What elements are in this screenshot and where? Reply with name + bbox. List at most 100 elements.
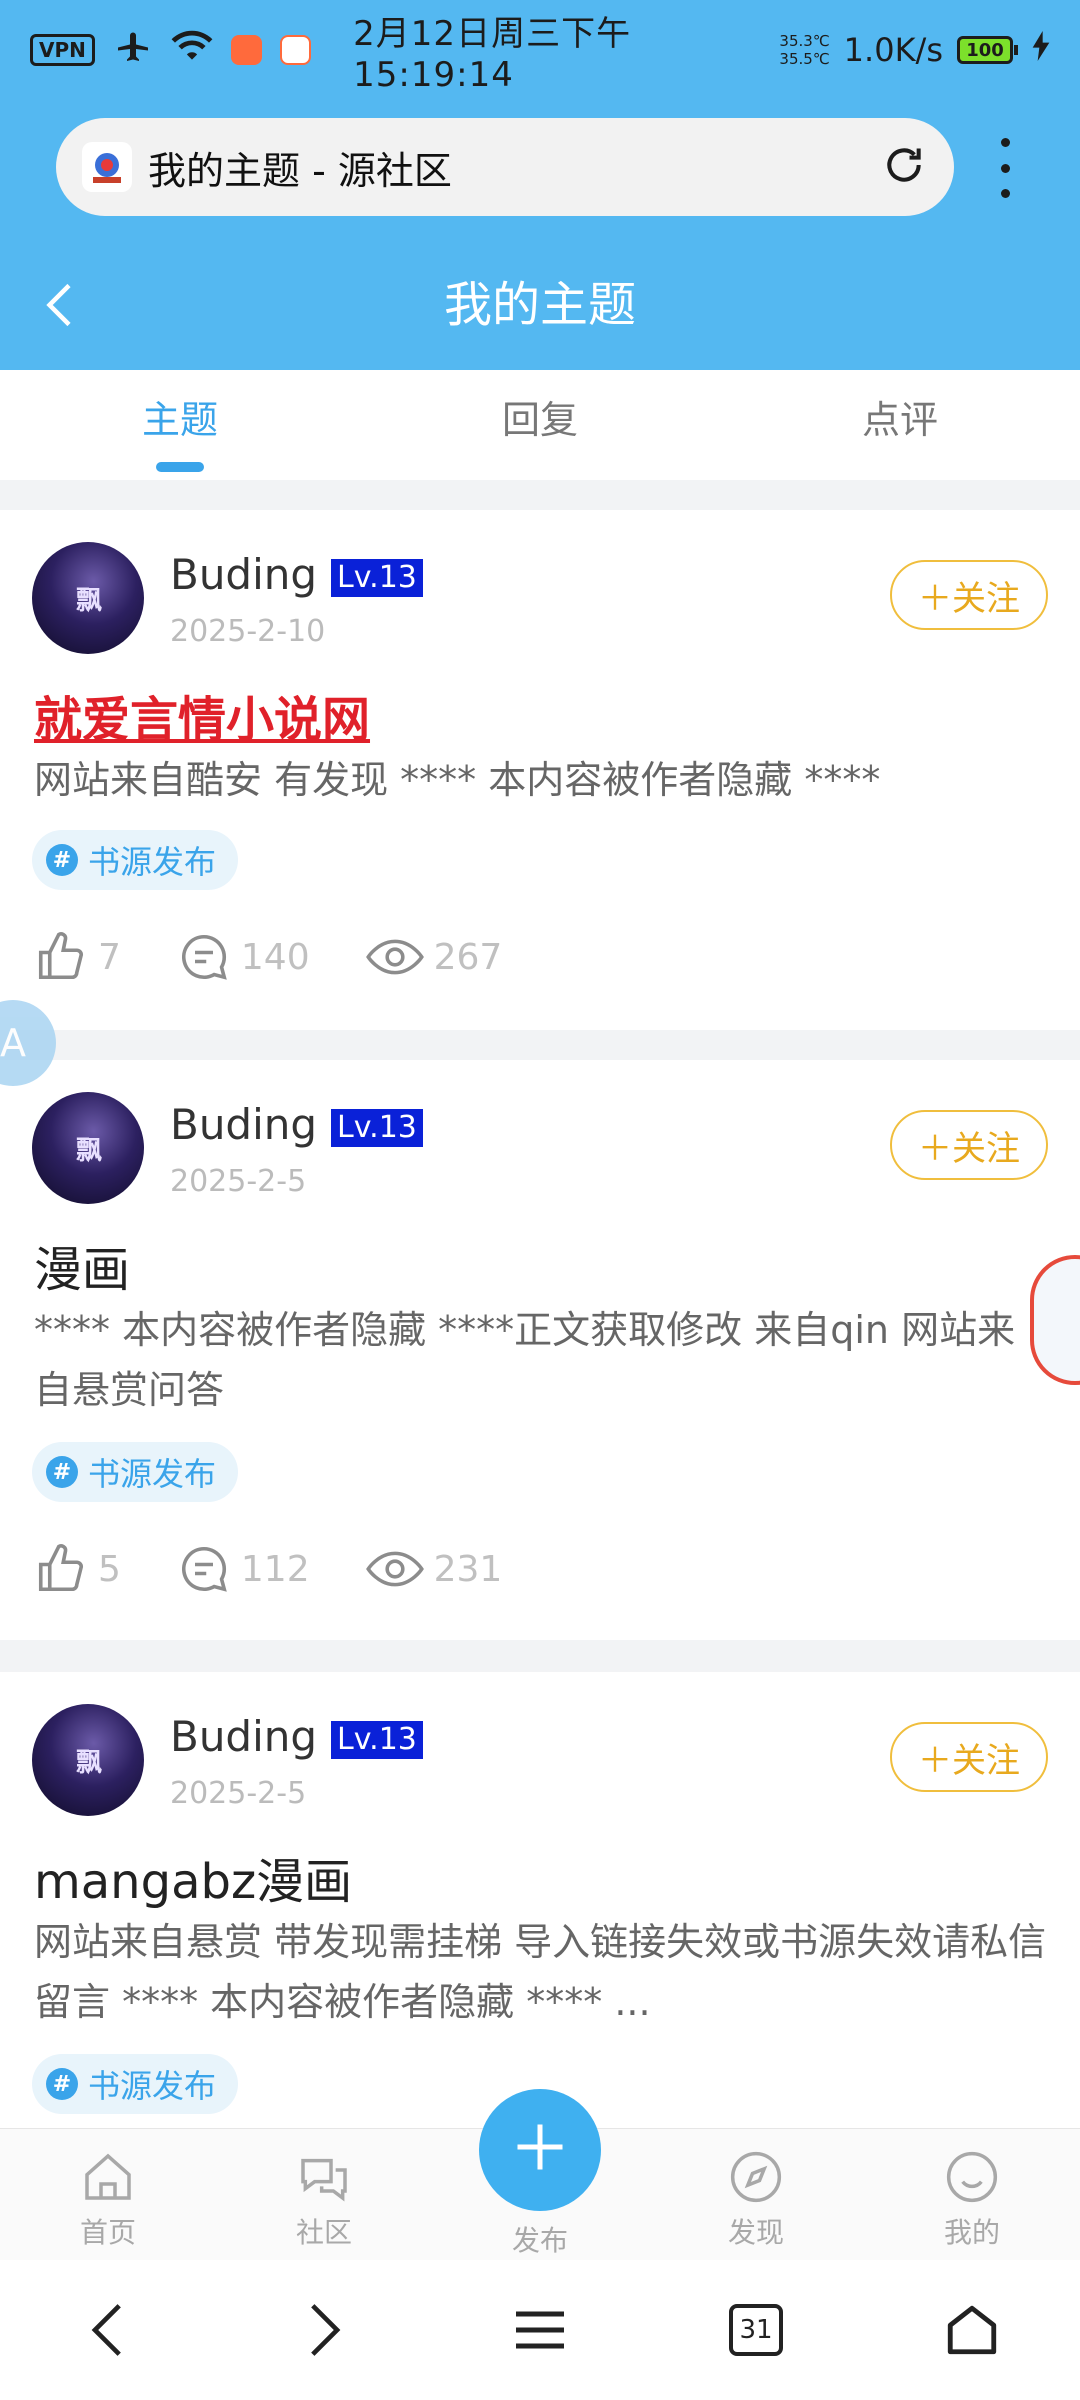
post-date: 2025-2-5 [170, 1164, 307, 1199]
bottom-nav: 首页 社区 发布 发现 我的 [0, 2089, 1080, 2261]
thumbs-up-icon [38, 1544, 84, 1592]
temp-bottom: 35.5℃ [779, 50, 830, 68]
nav-profile[interactable]: 我的 [864, 2129, 1080, 2261]
post-date: 2025-2-5 [170, 1776, 307, 1811]
browser-menu-icon[interactable] [990, 138, 1020, 198]
tab-count-icon: 31 [729, 2304, 783, 2356]
battery-icon: 100 [957, 36, 1018, 64]
site-favicon-icon [82, 142, 132, 192]
nav-community[interactable]: 社区 [216, 2129, 432, 2261]
avatar[interactable]: 飘 [32, 1092, 144, 1204]
tab-bar: 主题 回复 点评 [0, 370, 1080, 480]
eye-icon [365, 1551, 424, 1587]
tab-topics-label: 主题 [141, 398, 218, 442]
post-card[interactable]: 飘 Buding Lv.13 2025-2-10 ＋关注 就爱言情小说网 网站来自… [0, 510, 1080, 1030]
topic-tag-label: 书源发布 [88, 1455, 217, 1493]
post-body: 网站来自酷安 有发现 **** 本内容被作者隐藏 **** [34, 758, 881, 802]
follow-button[interactable]: ＋关注 [890, 560, 1048, 630]
app-header: 我的主题 [0, 240, 1080, 370]
post-card[interactable]: 飘 Buding Lv.13 2025-2-5 ＋关注 漫画 **** 本内容被作… [0, 1060, 1080, 1640]
chevron-left-icon [91, 2304, 121, 2356]
publish-button[interactable] [479, 2089, 601, 2211]
post-card[interactable]: 飘 Buding Lv.13 2025-2-5 ＋关注 mangabz漫画 网站来… [0, 1672, 1080, 2128]
topic-tag[interactable]: # 书源发布 [32, 1442, 239, 1502]
post-stats: 5 112 231 [34, 1542, 558, 1596]
browser-home-button[interactable] [927, 2285, 1017, 2375]
browser-back-button[interactable] [63, 2285, 153, 2375]
comment-button[interactable]: 140 [177, 930, 310, 984]
view-count: 231 [433, 1548, 503, 1590]
username[interactable]: Buding Lv.13 [170, 1712, 423, 1761]
like-count: 7 [98, 936, 121, 978]
browser-toolbar: 我的主题 - 源社区 [0, 100, 1080, 240]
browser-forward-button[interactable] [279, 2285, 369, 2375]
comment-icon [181, 934, 227, 980]
comment-count: 112 [240, 1548, 310, 1590]
avatar[interactable]: 飘 [32, 542, 144, 654]
topic-tag[interactable]: # 书源发布 [32, 2054, 239, 2114]
avatar[interactable]: 飘 [32, 1704, 144, 1816]
nav-publish-label: 发布 [511, 2224, 568, 2257]
nav-discover[interactable]: 发现 [648, 2129, 864, 2261]
browser-menu-button[interactable] [495, 2285, 585, 2375]
level-badge: Lv.13 [331, 558, 423, 597]
views-stat: 231 [365, 1542, 503, 1596]
status-datetime: 2月12日周三下午15:19:14 [353, 13, 632, 95]
follow-button[interactable]: ＋关注 [890, 1110, 1048, 1180]
post-title[interactable]: mangabz漫画 [34, 1842, 352, 1912]
address-bar[interactable]: 我的主题 - 源社区 [56, 118, 954, 216]
tab-reviews[interactable]: 点评 [720, 370, 1080, 480]
tab-replies[interactable]: 回复 [360, 370, 720, 480]
view-count: 267 [433, 936, 503, 978]
post-title[interactable]: 漫画 [34, 1230, 130, 1300]
nav-home-label: 首页 [79, 2216, 136, 2249]
eye-icon [365, 939, 424, 975]
chevron-right-icon [311, 2304, 341, 2356]
compass-icon [730, 2151, 782, 2203]
username[interactable]: Buding Lv.13 [170, 550, 423, 599]
temperature-readout: 35.3℃ 35.5℃ [779, 32, 829, 68]
network-speed: 1.0K/s [843, 31, 943, 69]
views-stat: 267 [365, 930, 503, 984]
post-stats: 7 140 267 [34, 930, 558, 984]
page-title: 我的主题 [443, 277, 636, 333]
hash-icon: # [46, 1456, 78, 1488]
address-bar-title: 我的主题 - 源社区 [148, 148, 452, 193]
airplane-icon [113, 28, 153, 73]
post-body: 网站来自悬赏 带发现需挂梯 导入链接失效或书源失效请私信留言 **** 本内容被… [34, 1920, 1047, 2024]
like-count: 5 [98, 1548, 121, 1590]
level-badge: Lv.13 [331, 1720, 423, 1759]
topic-tag[interactable]: # 书源发布 [32, 830, 239, 890]
topic-tag-label: 书源发布 [88, 2067, 217, 2105]
like-button[interactable]: 7 [34, 930, 121, 984]
username[interactable]: Buding Lv.13 [170, 1100, 423, 1149]
nav-publish[interactable]: 发布 [432, 2089, 648, 2261]
wifi-icon [171, 29, 213, 72]
app-notification-icon [230, 35, 262, 65]
level-badge: Lv.13 [331, 1108, 423, 1147]
tab-reviews-label: 点评 [861, 398, 938, 442]
comment-icon [181, 1546, 227, 1592]
post-title[interactable]: 就爱言情小说网 [34, 680, 370, 750]
reload-icon[interactable] [882, 143, 926, 191]
charging-icon [1032, 30, 1050, 70]
status-bar: VPN 2月12日周三下午15:19:14 35.3℃ 35.5℃ 1.0K/s… [0, 0, 1080, 100]
smile-icon [946, 2151, 998, 2203]
hamburger-icon [516, 2311, 564, 2349]
temp-top: 35.3℃ [779, 32, 830, 50]
thumbs-up-icon [38, 932, 84, 980]
tab-topics[interactable]: 主题 [0, 370, 360, 480]
browser-tabs-button[interactable]: 31 [711, 2285, 801, 2375]
follow-button[interactable]: ＋关注 [890, 1722, 1048, 1792]
vpn-icon: VPN [30, 34, 95, 66]
mascot-floating-widget[interactable] [1030, 1255, 1080, 1385]
browser-bottom-nav: 31 [0, 2260, 1080, 2400]
plus-icon [517, 2124, 563, 2170]
post-body: **** 本内容被作者隐藏 ****正文获取修改 来自qin 网站来自悬赏问答 [34, 1308, 1016, 1412]
post-date: 2025-2-10 [170, 614, 326, 649]
nav-home[interactable]: 首页 [0, 2129, 216, 2261]
comment-button[interactable]: 112 [177, 1542, 310, 1596]
hash-icon: # [46, 2068, 78, 2100]
app-notification-icon-2 [279, 35, 312, 65]
like-button[interactable]: 5 [34, 1542, 121, 1596]
